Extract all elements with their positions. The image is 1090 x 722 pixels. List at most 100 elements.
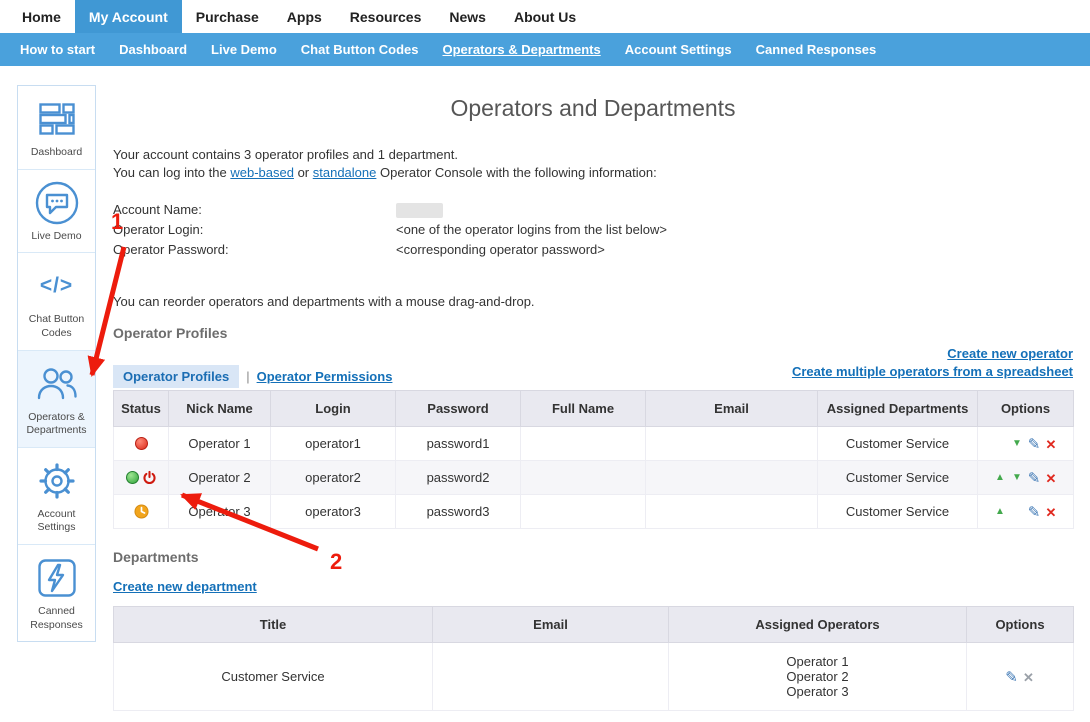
nav-apps[interactable]: Apps bbox=[273, 0, 336, 33]
col-title: Title bbox=[114, 607, 433, 643]
options-cell: ▲ ✎✕ bbox=[978, 495, 1074, 529]
page-title: Operators and Departments bbox=[113, 95, 1073, 122]
edit-icon[interactable]: ✎ bbox=[1026, 437, 1043, 452]
subnav-chat-button-codes[interactable]: Chat Button Codes bbox=[289, 33, 431, 66]
nav-about-us[interactable]: About Us bbox=[500, 0, 590, 33]
nav-resources[interactable]: Resources bbox=[336, 0, 436, 33]
create-links: Create new operator Create multiple oper… bbox=[792, 345, 1073, 381]
delete-icon[interactable]: ✕ bbox=[1043, 438, 1060, 451]
sidebar-item-label: Chat Button Codes bbox=[21, 313, 92, 340]
logout-operator-icon[interactable] bbox=[142, 470, 157, 485]
sidebar-item-dashboard[interactable]: Dashboard bbox=[18, 86, 95, 170]
nick-name-cell: Operator 2 bbox=[169, 461, 271, 495]
sidebar: Dashboard Live Demo </> Chat Button Code… bbox=[17, 85, 96, 642]
col-email: Email bbox=[646, 391, 818, 427]
full-name-cell bbox=[521, 461, 646, 495]
intro-line-1: Your account contains 3 operator profile… bbox=[113, 147, 458, 162]
col-full-name: Full Name bbox=[521, 391, 646, 427]
password-cell: password1 bbox=[396, 427, 521, 461]
status-offline-icon bbox=[135, 437, 148, 450]
credentials-block: Account Name: Operator Login:<one of the… bbox=[113, 200, 1073, 260]
create-new-department-link[interactable]: Create new department bbox=[113, 579, 257, 594]
sidebar-item-chat-button-codes[interactable]: </> Chat Button Codes bbox=[18, 253, 95, 350]
edit-icon[interactable]: ✎ bbox=[1003, 670, 1020, 685]
subnav-live-demo[interactable]: Live Demo bbox=[199, 33, 289, 66]
status-away-icon bbox=[134, 504, 149, 519]
login-cell: operator1 bbox=[271, 427, 396, 461]
assigned-operators-cell: Operator 1 Operator 2 Operator 3 bbox=[669, 643, 967, 711]
operator-login-value: <one of the operator logins from the lis… bbox=[396, 222, 667, 237]
move-up-icon[interactable]: ▲ bbox=[992, 473, 1009, 483]
operator-row: Operator 3 operator3 password3 Customer … bbox=[114, 495, 1074, 529]
subnav-account-settings[interactable]: Account Settings bbox=[613, 33, 744, 66]
nick-name-cell: Operator 1 bbox=[169, 427, 271, 461]
assigned-departments-cell: Customer Service bbox=[818, 427, 978, 461]
subnav-canned-responses[interactable]: Canned Responses bbox=[744, 33, 889, 66]
col-nick-name: Nick Name bbox=[169, 391, 271, 427]
delete-disabled-icon: ✕ bbox=[1020, 671, 1037, 684]
move-down-icon[interactable]: ▼ bbox=[1009, 439, 1026, 449]
sidebar-item-label: Account Settings bbox=[21, 508, 92, 535]
operator-row: Operator 1 operator1 password1 Customer … bbox=[114, 427, 1074, 461]
top-nav: Home My Account Purchase Apps Resources … bbox=[0, 0, 1090, 33]
options-cell: ✎✕ bbox=[967, 643, 1074, 711]
sidebar-item-account-settings[interactable]: Account Settings bbox=[18, 448, 95, 545]
move-down-icon[interactable]: ▼ bbox=[1009, 473, 1026, 483]
tab-operator-profiles[interactable]: Operator Profiles bbox=[113, 365, 239, 388]
sidebar-item-live-demo[interactable]: Live Demo bbox=[18, 170, 95, 254]
col-status: Status bbox=[114, 391, 169, 427]
email-cell bbox=[646, 461, 818, 495]
subnav-how-to-start[interactable]: How to start bbox=[8, 33, 107, 66]
tab-operator-permissions[interactable]: Operator Permissions bbox=[257, 369, 393, 384]
web-based-link[interactable]: web-based bbox=[230, 165, 294, 180]
email-cell bbox=[646, 495, 818, 529]
chat-code-icon: </> bbox=[21, 263, 92, 309]
subnav-dashboard[interactable]: Dashboard bbox=[107, 33, 199, 66]
account-name-redacted bbox=[396, 203, 443, 218]
login-cell: operator3 bbox=[271, 495, 396, 529]
assigned-departments-cell: Customer Service bbox=[818, 461, 978, 495]
sidebar-item-label: Dashboard bbox=[21, 146, 92, 160]
password-cell: password3 bbox=[396, 495, 521, 529]
sidebar-item-operators-departments[interactable]: Operators & Departments bbox=[18, 351, 95, 448]
standalone-link[interactable]: standalone bbox=[313, 165, 377, 180]
annotation-number-2: 2 bbox=[330, 549, 342, 575]
operator-profiles-heading: Operator Profiles bbox=[113, 325, 1073, 341]
operator-row: Operator 2 operator2 password2 Customer … bbox=[114, 461, 1074, 495]
subnav-operators-departments[interactable]: Operators & Departments bbox=[431, 33, 613, 66]
col-assigned-operators: Assigned Operators bbox=[669, 607, 967, 643]
nav-purchase[interactable]: Purchase bbox=[182, 0, 273, 33]
operator-password-value: <corresponding operator password> bbox=[396, 242, 605, 257]
col-assigned-departments: Assigned Departments bbox=[818, 391, 978, 427]
departments-heading: Departments bbox=[113, 549, 1073, 565]
operators-icon bbox=[21, 361, 92, 407]
delete-icon[interactable]: ✕ bbox=[1043, 506, 1060, 519]
account-name-label: Account Name: bbox=[113, 200, 396, 220]
sidebar-item-canned-responses[interactable]: Canned Responses bbox=[18, 545, 95, 641]
move-up-icon[interactable]: ▲ bbox=[992, 507, 1009, 517]
full-name-cell bbox=[521, 495, 646, 529]
edit-icon[interactable]: ✎ bbox=[1026, 471, 1043, 486]
nav-my-account[interactable]: My Account bbox=[75, 0, 182, 33]
gear-icon bbox=[21, 458, 92, 504]
nav-home[interactable]: Home bbox=[8, 0, 75, 33]
lightning-icon bbox=[21, 555, 92, 601]
nav-news[interactable]: News bbox=[435, 0, 500, 33]
department-title-cell: Customer Service bbox=[114, 643, 433, 711]
delete-icon[interactable]: ✕ bbox=[1043, 472, 1060, 485]
create-multiple-operators-link[interactable]: Create multiple operators from a spreads… bbox=[792, 363, 1073, 381]
col-password: Password bbox=[396, 391, 521, 427]
tab-separator: | bbox=[246, 369, 249, 384]
dashboard-icon bbox=[21, 96, 92, 142]
create-new-operator-link[interactable]: Create new operator bbox=[792, 345, 1073, 363]
sidebar-item-label: Operators & Departments bbox=[21, 411, 92, 438]
col-options: Options bbox=[978, 391, 1074, 427]
operator-tabs: Operator Profiles | Operator Permissions bbox=[113, 365, 392, 388]
main-content: Operators and Departments Your account c… bbox=[113, 85, 1073, 711]
col-email: Email bbox=[433, 607, 669, 643]
edit-icon[interactable]: ✎ bbox=[1026, 505, 1043, 520]
operator-profiles-table: Status Nick Name Login Password Full Nam… bbox=[113, 390, 1074, 529]
col-login: Login bbox=[271, 391, 396, 427]
options-cell: ▼✎✕ bbox=[978, 427, 1074, 461]
reorder-note: You can reorder operators and department… bbox=[113, 294, 1073, 309]
